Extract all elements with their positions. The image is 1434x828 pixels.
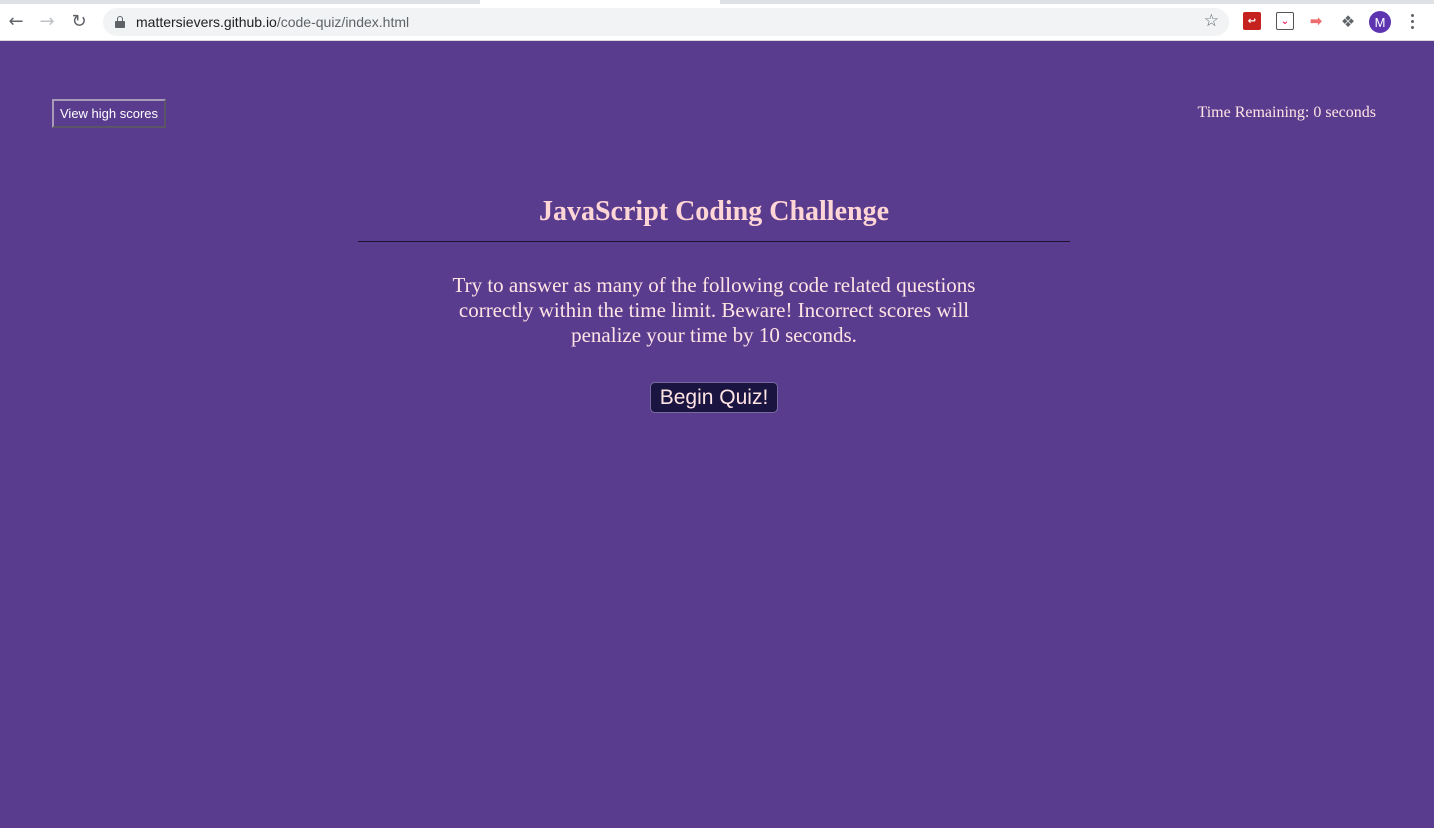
star-icon[interactable]: ☆: [1204, 11, 1219, 31]
active-tab[interactable]: [480, 0, 720, 4]
tag-extension-icon[interactable]: ➡: [1307, 12, 1325, 30]
reload-icon[interactable]: ↻: [67, 9, 91, 33]
back-icon[interactable]: ←: [4, 9, 28, 33]
url-text[interactable]: mattersievers.github.io/code-quiz/index.…: [136, 14, 409, 30]
begin-quiz-button[interactable]: Begin Quiz!: [650, 382, 778, 413]
timer-text: Time Remaining: 0 seconds: [1197, 104, 1376, 121]
lock-icon[interactable]: [115, 16, 125, 28]
forward-icon[interactable]: →: [35, 9, 59, 33]
url-domain: mattersievers.github.io: [136, 14, 277, 30]
browser-toolbar: ← → ↻ mattersievers.github.io/code-quiz/…: [0, 0, 1434, 41]
divider: [358, 241, 1070, 242]
puzzle-icon[interactable]: ❖: [1339, 12, 1357, 31]
address-bar[interactable]: mattersievers.github.io/code-quiz/index.…: [103, 8, 1229, 36]
pocket-extension-icon[interactable]: ⌄: [1276, 12, 1294, 30]
quiz-description: Try to answer as many of the following c…: [452, 273, 976, 347]
menu-icon[interactable]: [1404, 10, 1420, 32]
pdf-extension-icon[interactable]: ↩: [1243, 12, 1261, 30]
tab-strip: [0, 0, 1434, 4]
avatar[interactable]: M: [1369, 11, 1391, 33]
page-body: View high scores Time Remaining: 0 secon…: [0, 41, 1434, 828]
view-high-scores-button[interactable]: View high scores: [52, 99, 167, 128]
url-path: /code-quiz/index.html: [276, 14, 410, 30]
page-title: JavaScript Coding Challenge: [538, 196, 890, 227]
